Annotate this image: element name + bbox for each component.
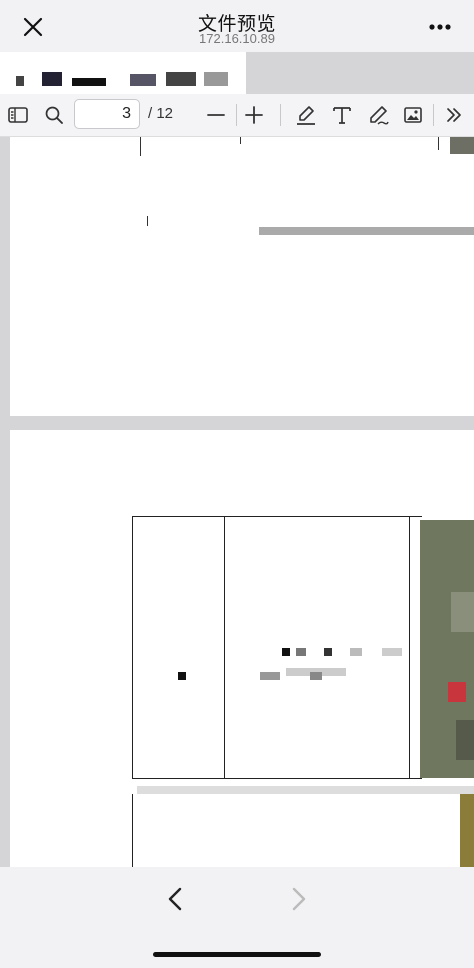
redacted-block	[16, 76, 24, 86]
toolbar-separator	[280, 104, 281, 126]
chevron-right-icon	[292, 887, 306, 911]
redacted-block	[350, 648, 362, 656]
table-line	[140, 136, 141, 156]
photo-fragment	[451, 592, 474, 632]
redacted-line	[259, 227, 474, 235]
image-button[interactable]	[397, 99, 429, 131]
forward-button[interactable]	[280, 881, 316, 917]
redacted-block	[310, 672, 322, 680]
redacted-block	[282, 648, 290, 656]
highlight-icon	[297, 106, 315, 125]
photo-fragment	[456, 720, 474, 760]
image-icon	[404, 107, 422, 123]
table-line	[438, 136, 439, 150]
document-viewer[interactable]: / 12	[0, 52, 474, 867]
table-line	[132, 516, 133, 778]
draw-icon	[370, 106, 389, 125]
draw-button[interactable]	[362, 99, 394, 131]
table-line	[409, 516, 410, 778]
table-line	[147, 216, 148, 226]
zoom-in-icon	[245, 106, 263, 124]
search-icon	[45, 106, 63, 124]
nav-bar: 文件预览 172.16.10.89	[0, 0, 474, 52]
home-indicator	[153, 952, 321, 957]
redacted-block	[382, 648, 402, 656]
pdf-toolbar: / 12	[0, 94, 474, 137]
page-number-input[interactable]	[74, 99, 140, 129]
redacted-block	[72, 78, 106, 86]
table-line	[224, 516, 225, 778]
redacted-block	[296, 648, 306, 656]
document-header	[0, 52, 246, 96]
more-button[interactable]	[418, 10, 462, 44]
text-icon	[333, 107, 351, 124]
sidebar-toggle-button[interactable]	[2, 99, 34, 131]
redacted-block	[130, 74, 156, 86]
back-button[interactable]	[158, 881, 194, 917]
zoom-out-icon	[207, 114, 225, 116]
search-button[interactable]	[38, 99, 70, 131]
table-line	[132, 778, 422, 779]
redacted-block	[324, 648, 332, 656]
more-tools-icon	[447, 108, 461, 122]
redacted-block	[166, 72, 196, 86]
pdf-page-previous	[10, 136, 474, 416]
more-tools-button[interactable]	[438, 99, 470, 131]
photo-fragment	[448, 682, 466, 702]
toolbar-separator	[433, 104, 434, 126]
redacted-block	[260, 672, 280, 680]
page-total: / 12	[148, 105, 174, 122]
table-line	[240, 136, 241, 144]
pdf-page-current	[10, 430, 474, 867]
more-icon	[429, 24, 451, 30]
photo-fragment	[450, 136, 474, 154]
redacted-block	[42, 72, 62, 86]
chevron-left-icon	[168, 887, 182, 911]
highlight-button[interactable]	[290, 99, 322, 131]
toolbar-separator	[236, 104, 237, 126]
table-line	[132, 516, 422, 517]
table-line	[132, 794, 133, 867]
photo-fragment	[460, 794, 474, 867]
text-button[interactable]	[326, 99, 358, 131]
redacted-block	[204, 72, 228, 86]
sidebar-toggle-icon	[8, 107, 28, 123]
table-divider	[137, 786, 474, 794]
zoom-out-button[interactable]	[200, 99, 232, 131]
redacted-block	[178, 672, 186, 680]
page-subtitle-host: 172.16.10.89	[199, 31, 275, 46]
zoom-in-button[interactable]	[238, 99, 270, 131]
